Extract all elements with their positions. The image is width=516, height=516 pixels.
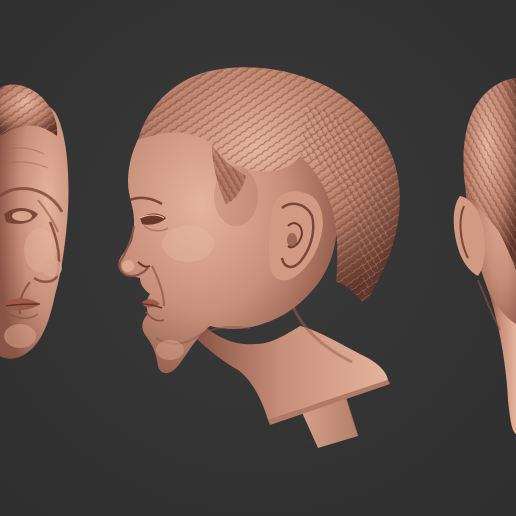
render-canvas <box>0 0 516 516</box>
sculpt-viewport <box>0 0 516 516</box>
